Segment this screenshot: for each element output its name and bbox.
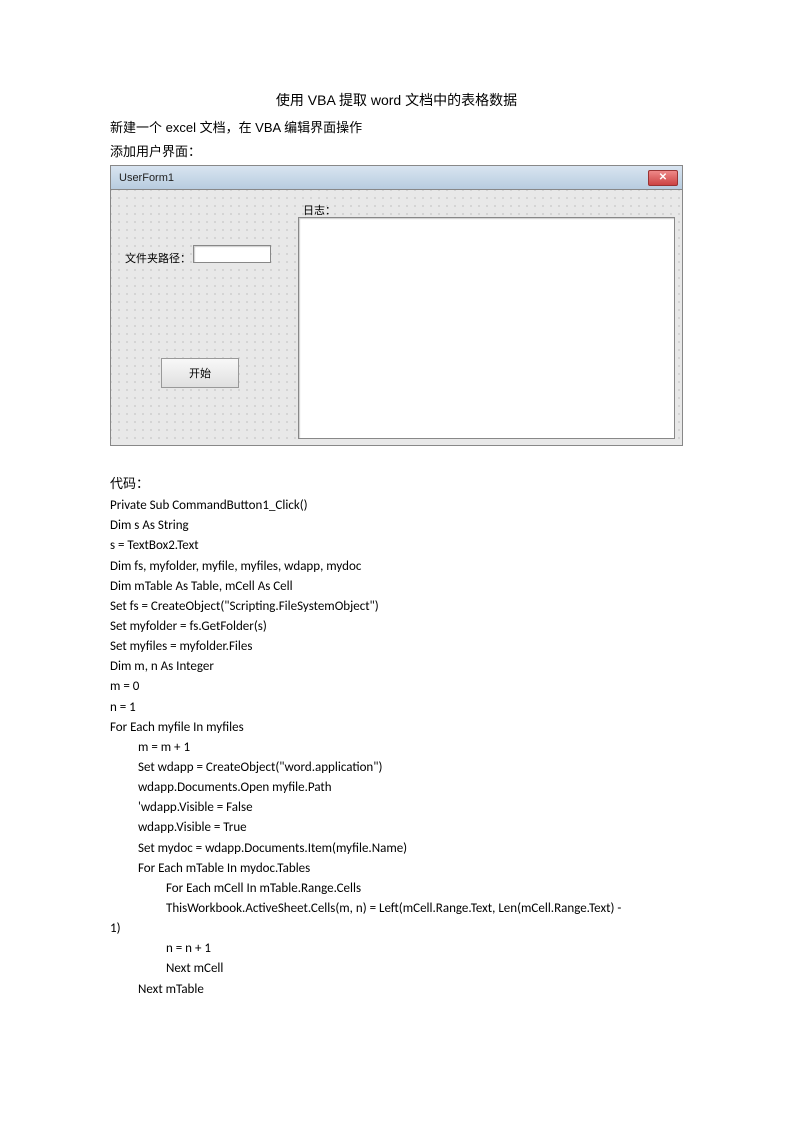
code-line: Dim m, n As Integer [110,657,683,677]
path-label: 文件夹路径： [125,250,191,266]
code-line: 1) [110,919,683,939]
code-line: s = TextBox2.Text [110,536,683,556]
code-line: 'wdapp.Visible = False [110,798,683,818]
code-line: Set mydoc = wdapp.Documents.Item(myfile.… [110,839,683,859]
code-line: m = 0 [110,677,683,697]
code-label: 代码： [110,474,683,494]
code-line: n = n + 1 [110,939,683,959]
log-textarea[interactable] [298,217,675,439]
start-button[interactable]: 开始 [161,358,239,388]
code-line: n = 1 [110,698,683,718]
code-line: Dim fs, myfolder, myfile, myfiles, wdapp… [110,557,683,577]
code-line: wdapp.Visible = True [110,818,683,838]
form-body: 日志： 文件夹路径： 开始 [111,190,682,445]
code-line: Dim s As String [110,516,683,536]
code-line: Next mTable [110,980,683,1000]
code-line: Set fs = CreateObject("Scripting.FileSys… [110,597,683,617]
code-line: For Each mCell In mTable.Range.Cells [110,879,683,899]
code-line: Set myfiles = myfolder.Files [110,637,683,657]
code-section: 代码： Private Sub CommandButton1_Click() D… [110,474,683,1000]
code-line: Dim mTable As Table, mCell As Cell [110,577,683,597]
form-title-text: UserForm1 [119,172,174,184]
folder-path-input[interactable] [193,245,271,263]
code-line: For Each myfile In myfiles [110,718,683,738]
log-label: 日志： [303,202,336,218]
close-icon[interactable]: ✕ [648,170,678,186]
form-titlebar: UserForm1 ✕ [111,166,682,190]
code-line: ThisWorkbook.ActiveSheet.Cells(m, n) = L… [110,899,683,919]
intro-line-1: 新建一个 excel 文档，在 VBA 编辑界面操作 [110,118,683,138]
code-line: m = m + 1 [110,738,683,758]
code-line: For Each mTable In mydoc.Tables [110,859,683,879]
intro-line-2: 添加用户界面： [110,142,683,162]
code-line: wdapp.Documents.Open myfile.Path [110,778,683,798]
code-line: Set myfolder = fs.GetFolder(s) [110,617,683,637]
code-line: Private Sub CommandButton1_Click() [110,496,683,516]
userform-screenshot: UserForm1 ✕ 日志： 文件夹路径： 开始 [110,165,683,446]
document-title: 使用 VBA 提取 word 文档中的表格数据 [110,90,683,110]
code-line: Set wdapp = CreateObject("word.applicati… [110,758,683,778]
code-line: Next mCell [110,959,683,979]
